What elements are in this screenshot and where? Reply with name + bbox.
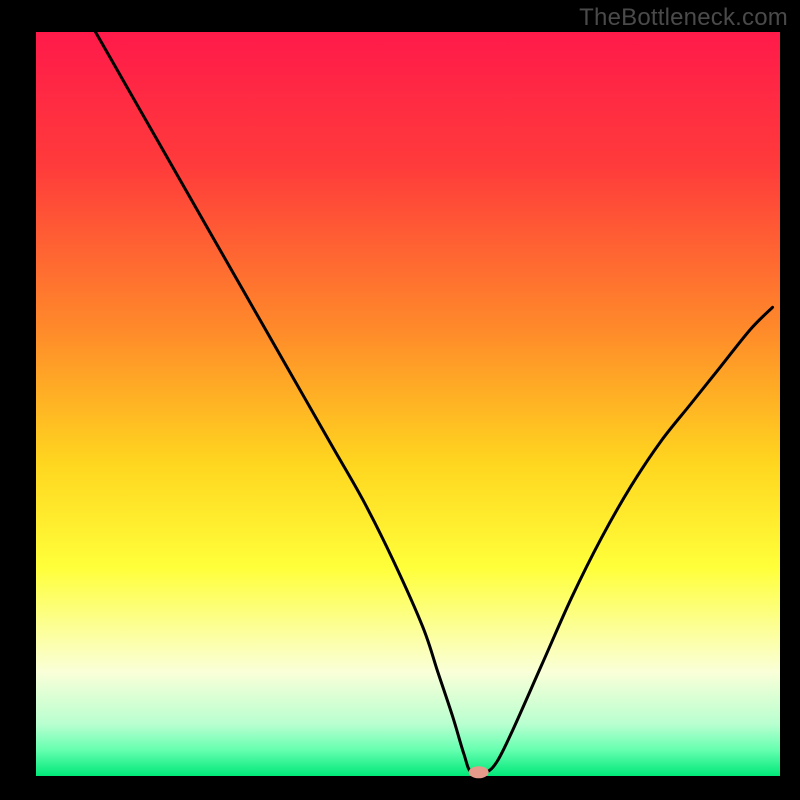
bottleneck-chart: TheBottleneck.com — [0, 0, 800, 800]
optimal-marker — [469, 766, 489, 778]
chart-canvas — [0, 0, 800, 800]
plot-background — [36, 32, 780, 776]
attribution-label: TheBottleneck.com — [579, 4, 788, 32]
